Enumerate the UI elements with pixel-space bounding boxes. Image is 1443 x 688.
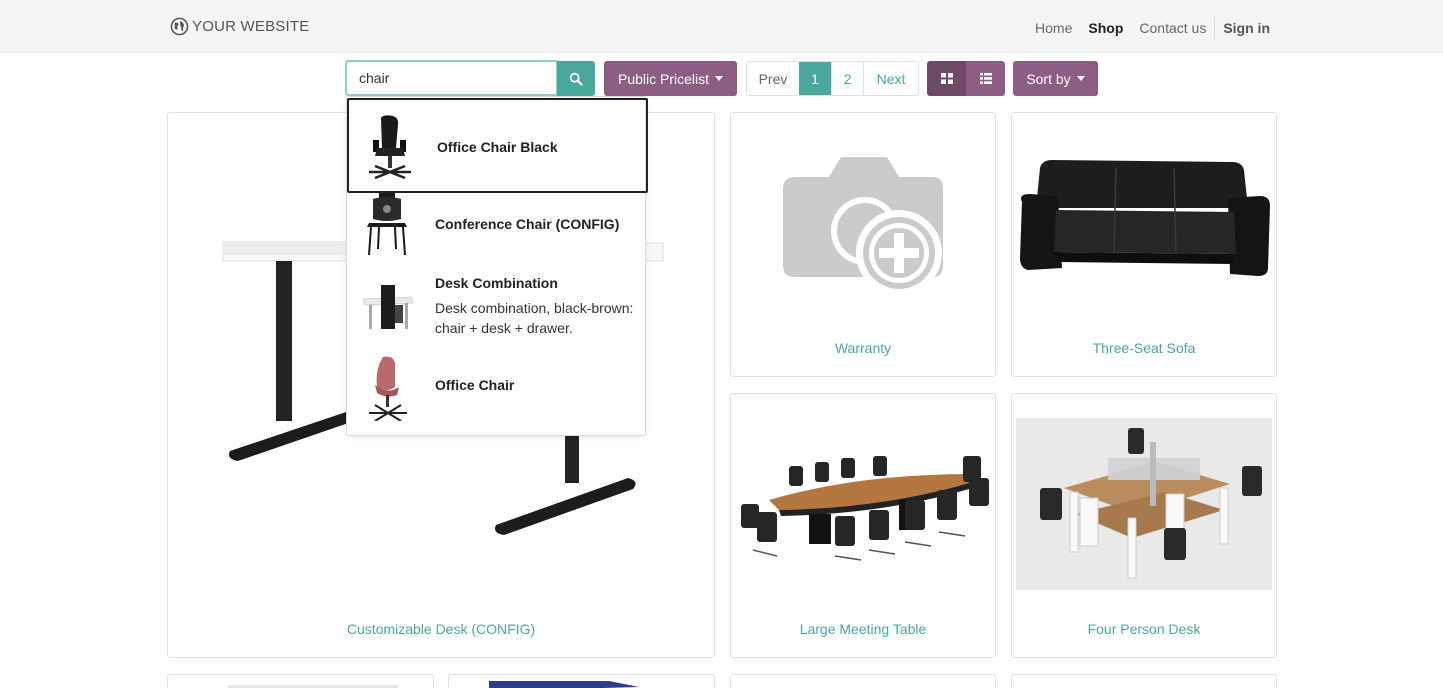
autocomplete-title: Desk Combination (435, 275, 558, 291)
product-thumbnail (363, 285, 413, 329)
pager-page-2[interactable]: 2 (831, 62, 863, 95)
caret-down-icon (715, 76, 724, 81)
grid-view-button[interactable] (927, 61, 966, 96)
product-thumbnail (369, 356, 407, 421)
nav-home[interactable]: Home (1035, 20, 1072, 36)
site-logo[interactable]: YOUR WEBSITE (170, 16, 309, 36)
search-button[interactable] (557, 61, 595, 96)
camera-placeholder-icon (783, 157, 943, 296)
product-name[interactable]: Customizable Desk (CONFIG) (168, 621, 714, 637)
product-card-meeting[interactable]: Large Meeting Table (730, 393, 996, 658)
autocomplete-item[interactable]: Conference Chair (CONFIG) (347, 193, 647, 263)
grid-view-icon (940, 73, 953, 84)
product-card-partial[interactable] (730, 674, 996, 688)
list-view-button[interactable] (966, 61, 1005, 96)
autocomplete-item[interactable]: Office Chair Black (347, 98, 648, 193)
globe-icon (170, 17, 189, 35)
product-image (1016, 418, 1272, 590)
product-image (489, 681, 639, 688)
product-card-warranty[interactable]: Warranty (730, 112, 996, 377)
pager-next[interactable]: Next (863, 62, 918, 95)
logo-text: YOUR WEBSITE (192, 17, 310, 35)
nav-contact[interactable]: Contact us (1139, 20, 1206, 36)
nav-shop[interactable]: Shop (1088, 20, 1123, 36)
product-name[interactable]: Three-Seat Sofa (1012, 340, 1276, 356)
pricelist-label: Public Pricelist (617, 70, 710, 87)
product-image (741, 456, 989, 561)
product-card-partial[interactable] (448, 674, 715, 688)
product-thumbnail (367, 193, 407, 256)
autocomplete-title: Conference Chair (CONFIG) (435, 216, 620, 232)
caret-down-icon (1076, 76, 1085, 81)
product-card-sofa[interactable]: Three-Seat Sofa (1011, 112, 1277, 377)
product-name[interactable]: Warranty (731, 340, 995, 356)
product-image (228, 685, 398, 688)
nav-signin[interactable]: Sign in (1223, 20, 1270, 36)
pager-page-1[interactable]: 1 (799, 62, 831, 95)
autocomplete-title: Office Chair (435, 377, 515, 393)
search-icon (569, 72, 583, 86)
pagination: Prev 1 2 Next (746, 61, 919, 96)
autocomplete-description: Desk combination, black-brown: chair + d… (435, 300, 634, 336)
sort-label: Sort by (1026, 70, 1071, 87)
pricelist-dropdown[interactable]: Public Pricelist (604, 61, 737, 96)
top-navbar: YOUR WEBSITE Home Shop Contact us Sign i… (0, 0, 1443, 53)
product-name[interactable]: Four Person Desk (1012, 621, 1276, 637)
view-toggle (927, 61, 1005, 96)
product-card-partial[interactable] (1011, 674, 1277, 688)
product-card-fourdesk[interactable]: Four Person Desk (1011, 393, 1277, 658)
search-autocomplete: Office Chair Black Conference Chair (CON… (346, 96, 648, 436)
sort-dropdown[interactable]: Sort by (1013, 61, 1098, 96)
autocomplete-item[interactable]: Office Chair (347, 351, 647, 427)
list-view-icon (979, 73, 992, 84)
product-image (1020, 160, 1270, 276)
autocomplete-item[interactable]: Desk Combination Desk combination, black… (347, 263, 647, 351)
nav-divider (1214, 17, 1216, 39)
product-card-partial[interactable] (167, 674, 434, 688)
main-nav: Home Shop Contact us Sign in (1019, 17, 1270, 39)
pager-prev[interactable]: Prev (747, 62, 799, 95)
autocomplete-title: Office Chair Black (437, 139, 558, 155)
product-name[interactable]: Large Meeting Table (731, 621, 995, 637)
product-thumbnail (369, 115, 411, 180)
search-input[interactable] (345, 60, 558, 96)
